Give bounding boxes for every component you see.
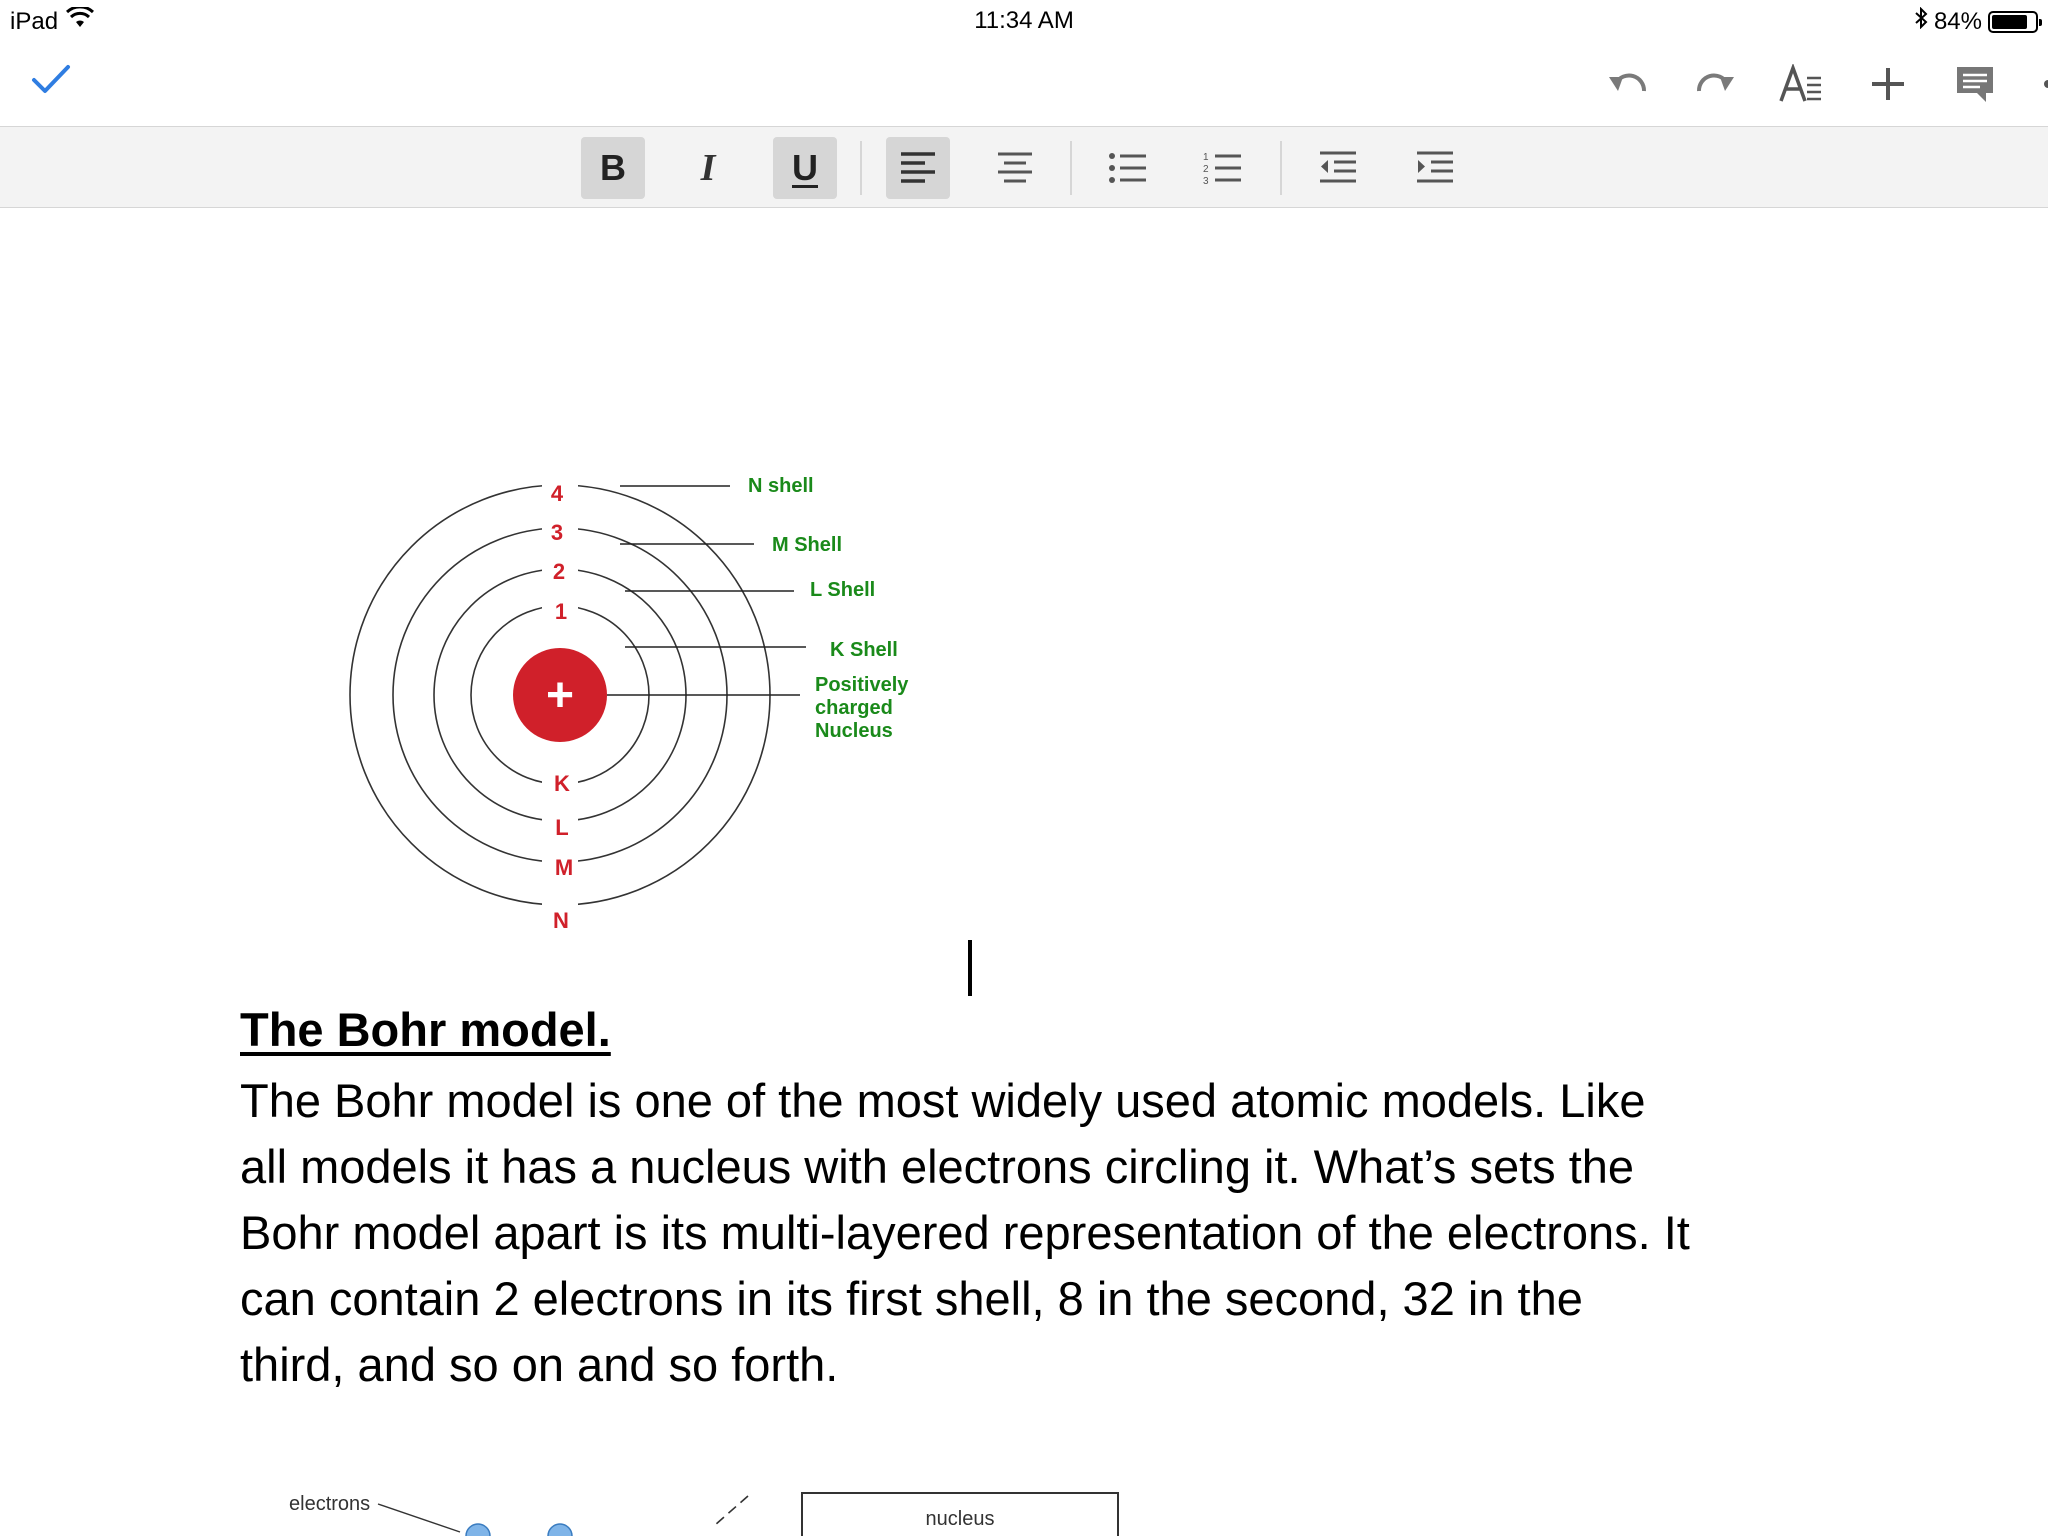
- l-shell-label: L Shell: [810, 579, 875, 601]
- bohr-model-diagram: + 4 3 2 1 K L M N N shell M Shell L Shel…: [349, 472, 909, 933]
- italic-label: I: [700, 147, 716, 189]
- redo-icon[interactable]: [1692, 61, 1738, 107]
- bluetooth-icon: [1914, 6, 1928, 36]
- shell-number: 4: [551, 481, 564, 506]
- electrons-label: electrons: [289, 1493, 370, 1515]
- atom-structure-diagram: electrons nucleus: [289, 1492, 1119, 1536]
- increase-indent-button[interactable]: [1403, 137, 1467, 199]
- numbered-list-icon: 123: [1203, 152, 1241, 186]
- toolbar-divider: [1070, 141, 1072, 195]
- increase-indent-icon: [1417, 151, 1453, 183]
- electron-dot: [465, 1523, 491, 1536]
- paragraph-line: all models it has a nucleus with electro…: [240, 1140, 1635, 1193]
- status-bar: iPad 11:34 AM 84%: [0, 0, 2048, 40]
- shell-number: 1: [555, 599, 567, 624]
- app-toolbar: [0, 40, 2048, 126]
- nucleus-label-line2: charged: [815, 697, 893, 719]
- svg-text:1: 1: [1203, 152, 1209, 163]
- bulleted-list-button[interactable]: [1096, 137, 1160, 199]
- clock: 11:34 AM: [974, 7, 1074, 34]
- svg-text:3: 3: [1203, 176, 1209, 186]
- paragraph-line: can contain 2 electrons in its first she…: [240, 1272, 1583, 1325]
- electron-dot: [547, 1523, 573, 1536]
- italic-button[interactable]: I: [676, 137, 740, 199]
- checkmark-icon[interactable]: [30, 62, 72, 101]
- paragraph-line: Bohr model apart is its multi-layered re…: [240, 1206, 1690, 1259]
- decrease-indent-icon: [1320, 151, 1356, 183]
- align-center-icon: [998, 152, 1032, 183]
- toolbar-divider: [860, 141, 862, 195]
- bold-label: B: [600, 147, 626, 188]
- shell-number: 3: [551, 520, 563, 545]
- comment-icon[interactable]: [1952, 61, 1998, 107]
- section-heading[interactable]: The Bohr model.: [240, 1002, 611, 1057]
- decrease-indent-button[interactable]: [1306, 137, 1370, 199]
- shell-letter: M: [555, 855, 573, 880]
- nucleus-label-line1: Positively: [815, 674, 909, 696]
- text-cursor: [968, 940, 972, 996]
- nucleus-plus: +: [546, 669, 574, 722]
- insert-plus-icon[interactable]: [1865, 61, 1911, 107]
- shell-number: 2: [553, 559, 565, 584]
- formatting-toolbar: B I U 123: [0, 126, 2048, 208]
- shell-letter: L: [555, 815, 568, 840]
- n-shell-label: N shell: [748, 475, 814, 497]
- shell-letter: N: [553, 908, 569, 933]
- paragraph-line: third, and so on and so forth.: [240, 1338, 839, 1391]
- battery-percent: 84%: [1933, 7, 1982, 35]
- undo-icon[interactable]: [1605, 61, 1651, 107]
- numbered-list-button[interactable]: 123: [1191, 137, 1255, 199]
- toolbar-divider: [1280, 141, 1282, 195]
- k-shell-label: K Shell: [830, 639, 898, 661]
- bold-button[interactable]: B: [581, 137, 645, 199]
- align-center-button[interactable]: [983, 137, 1047, 199]
- nucleus-label-line3: Nucleus: [815, 720, 893, 742]
- underline-button[interactable]: U: [773, 137, 837, 199]
- align-left-button[interactable]: [886, 137, 950, 199]
- m-shell-label: M Shell: [772, 534, 842, 556]
- align-left-icon: [901, 152, 935, 183]
- shell-letter: K: [554, 771, 570, 796]
- text-format-icon[interactable]: [1778, 61, 1824, 107]
- nucleus-box-label: nucleus: [926, 1508, 995, 1530]
- underline-label: U: [792, 147, 818, 188]
- more-icon[interactable]: [2038, 61, 2048, 107]
- battery-icon: [1988, 10, 2042, 33]
- svg-text:2: 2: [1203, 164, 1209, 175]
- bulleted-list-icon: [1109, 153, 1146, 183]
- body-paragraph[interactable]: The Bohr model is one of the most widely…: [240, 1068, 1840, 1398]
- paragraph-line: The Bohr model is one of the most widely…: [240, 1074, 1646, 1127]
